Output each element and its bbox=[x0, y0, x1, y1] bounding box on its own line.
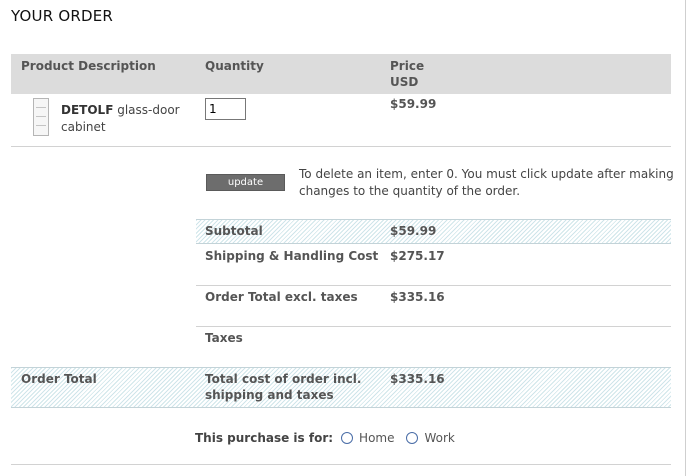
order-total-description: Total cost of order incl. shipping and t… bbox=[205, 372, 362, 402]
taxes-label: Taxes bbox=[205, 331, 243, 345]
summary-divider bbox=[196, 326, 671, 327]
page-title: YOUR ORDER bbox=[11, 7, 113, 25]
column-header-quantity: Quantity bbox=[205, 59, 264, 73]
subtotal-value: $59.99 bbox=[390, 224, 437, 238]
home-radio[interactable] bbox=[341, 432, 354, 444]
update-button[interactable]: update bbox=[206, 174, 285, 191]
item-price: $59.99 bbox=[390, 97, 437, 111]
total-excl-taxes-label: Order Total excl. taxes bbox=[205, 290, 358, 304]
update-help-text: To delete an item, enter 0. You must cli… bbox=[299, 167, 674, 198]
purchase-purpose-label: This purchase is for: bbox=[195, 431, 334, 445]
currency-header-label: USD bbox=[390, 75, 419, 89]
item-divider bbox=[11, 146, 671, 147]
thumbnail-shelf bbox=[36, 107, 46, 108]
summary-divider bbox=[196, 285, 671, 286]
work-option-label[interactable]: Work bbox=[424, 430, 454, 446]
window-edge bbox=[685, 0, 686, 476]
thumbnail-shelf bbox=[36, 125, 46, 126]
subtotal-label: Subtotal bbox=[205, 224, 263, 238]
product-thumbnail[interactable] bbox=[33, 98, 49, 136]
product-brand: DETOLF bbox=[61, 103, 114, 117]
quantity-input[interactable] bbox=[205, 98, 246, 120]
product-name[interactable]: DETOLF glass-door cabinet bbox=[61, 102, 191, 136]
work-radio[interactable] bbox=[406, 432, 419, 444]
column-header-description: Product Description bbox=[21, 59, 156, 73]
shipping-label: Shipping & Handling Cost bbox=[205, 249, 379, 263]
purchase-purpose: This purchase is for: Home Work bbox=[195, 430, 467, 446]
total-excl-taxes-value: $335.16 bbox=[390, 290, 445, 304]
order-total-label: Order Total bbox=[21, 372, 97, 386]
bottom-divider bbox=[11, 464, 671, 465]
order-total-value: $335.16 bbox=[390, 372, 445, 386]
shipping-value: $275.17 bbox=[390, 249, 445, 263]
home-option-label[interactable]: Home bbox=[359, 430, 394, 446]
thumbnail-shelf bbox=[36, 116, 46, 117]
price-header-label: Price bbox=[390, 59, 425, 73]
column-header-price: Price USD bbox=[390, 58, 450, 90]
